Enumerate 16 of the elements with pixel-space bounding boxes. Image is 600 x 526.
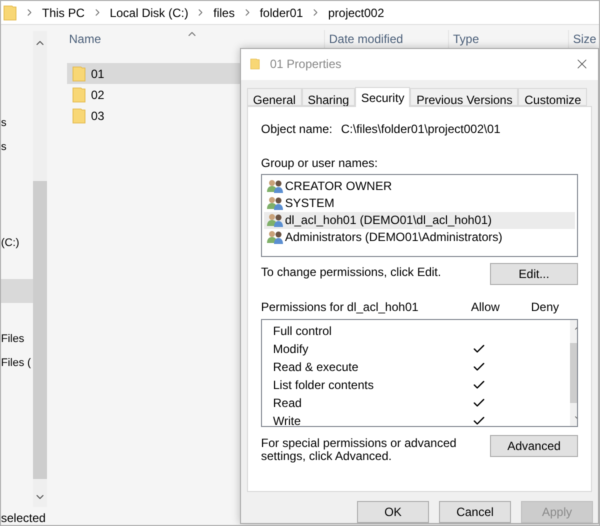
permission-name: List folder contents: [273, 376, 375, 394]
dialog-title: 01 Properties: [270, 56, 342, 74]
permission-name: Modify: [273, 340, 310, 358]
permission-name: Write: [273, 412, 302, 426]
status-text: selected: [1, 511, 46, 525]
field-label: Object name:: [261, 120, 334, 138]
permission-name: Read: [273, 394, 303, 412]
permission-name: Full control: [273, 322, 333, 340]
column-header: Allow: [471, 298, 501, 316]
permission-name: Read & execute: [273, 358, 360, 376]
object-name-value: C:\files\folder01\project002\01: [341, 120, 500, 138]
hint-text: To change permissions, click Edit.: [261, 264, 442, 281]
section-label: Permissions for dl_acl_hoh01: [261, 298, 420, 316]
column-header: Deny: [531, 298, 560, 316]
hint-text: For special permissions or advanced settings, click Advanced.: [261, 436, 458, 463]
section-label: Group or user names:: [261, 154, 379, 172]
